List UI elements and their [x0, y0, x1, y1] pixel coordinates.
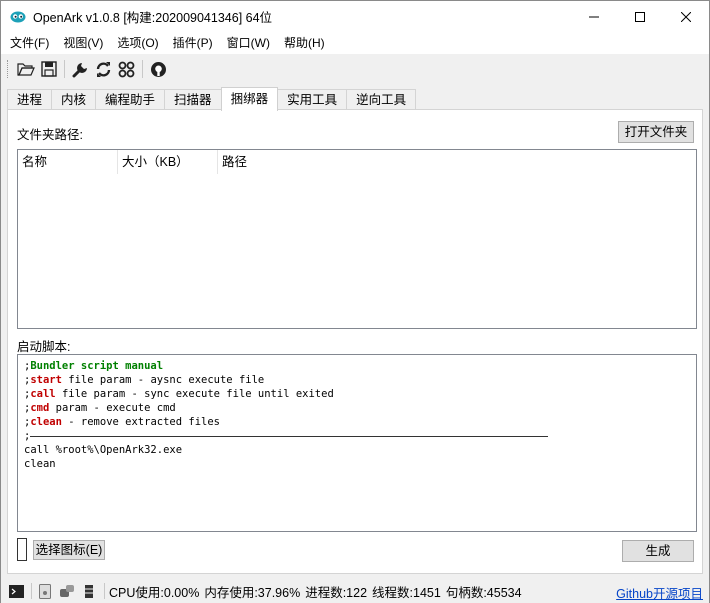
- tab-kernel[interactable]: 内核: [51, 89, 97, 110]
- script-text: file param - aysnc execute file: [61, 374, 265, 386]
- menu-options[interactable]: 选项(O): [110, 32, 165, 54]
- thread-count: 线程数:1451: [372, 585, 441, 600]
- tools-button[interactable]: [115, 58, 138, 81]
- openark-logo-icon: [10, 11, 26, 22]
- tab-scanner[interactable]: 扫描器: [164, 89, 222, 110]
- network-icon: [60, 585, 74, 597]
- tab-process[interactable]: 进程: [7, 89, 53, 110]
- script-keyword: start: [30, 374, 62, 386]
- console-button[interactable]: [7, 582, 25, 600]
- menu-plugins[interactable]: 插件(P): [166, 32, 220, 54]
- status-divider: [31, 583, 32, 599]
- memory-usage: 内存使用:37.96%: [204, 585, 301, 600]
- cpu-usage: CPU使用:0.00%: [109, 585, 200, 600]
- save-button[interactable]: [37, 58, 60, 81]
- status-divider: [104, 583, 105, 599]
- github-button[interactable]: [147, 58, 170, 81]
- memory-icon: [85, 584, 93, 598]
- window-title: OpenArk v1.0.8 [构建:202009041346] 64位: [33, 11, 273, 25]
- menu-bar: 文件(F) 视图(V) 选项(O) 插件(P) 窗口(W) 帮助(H): [1, 32, 709, 54]
- toolbar-separator: [142, 60, 143, 78]
- startup-script-editor[interactable]: ;Bundler script manual ;start file param …: [17, 354, 697, 532]
- select-icon-button[interactable]: 选择图标(E): [33, 540, 105, 560]
- refresh-icon: [96, 61, 111, 77]
- github-project-link[interactable]: Github开源项目: [616, 583, 703, 602]
- folder-path-label: 文件夹路径:: [17, 128, 83, 142]
- script-text: call %root%\OpenArk32.exe: [24, 444, 183, 456]
- list-header: 名称 大小（KB） 路径: [18, 150, 696, 174]
- menu-window[interactable]: 窗口(W): [220, 32, 277, 54]
- script-text: clean: [24, 458, 56, 470]
- script-separator-line: [30, 435, 549, 437]
- script-line: call %root%\OpenArk32.exe: [24, 443, 690, 457]
- script-text: param - execute cmd: [49, 402, 176, 414]
- refresh-button[interactable]: [92, 58, 115, 81]
- script-text: file param - sync execute file until exi…: [55, 388, 334, 400]
- close-icon: [681, 11, 691, 22]
- handle-count: 句柄数:45534: [445, 585, 522, 600]
- toolbar-separator: [64, 60, 65, 78]
- script-line: ;start file param - aysnc execute file: [24, 373, 690, 387]
- column-name[interactable]: 名称: [18, 150, 118, 174]
- menu-help[interactable]: 帮助(H): [277, 32, 332, 54]
- toolbar-grip[interactable]: [7, 60, 10, 78]
- console-icon: [8, 584, 24, 598]
- menu-file[interactable]: 文件(F): [3, 32, 56, 54]
- title-bar: OpenArk v1.0.8 [构建:202009041346] 64位: [1, 1, 709, 32]
- github-icon: [151, 61, 166, 77]
- minimize-icon: [589, 16, 599, 17]
- tab-reverse[interactable]: 逆向工具: [346, 89, 417, 110]
- icon-preview: [17, 538, 27, 561]
- network-status[interactable]: [58, 582, 76, 600]
- bundle-file-list[interactable]: 名称 大小（KB） 路径: [17, 149, 697, 329]
- script-line: ;clean - remove extracted files: [24, 415, 690, 429]
- script-keyword: cmd: [30, 402, 50, 414]
- toolbar: [1, 55, 709, 83]
- tab-coder[interactable]: 编程助手: [95, 89, 166, 110]
- script-line: clean: [24, 457, 690, 471]
- maximize-button[interactable]: [617, 1, 663, 32]
- tab-bundler[interactable]: 捆绑器: [220, 87, 279, 111]
- menu-view[interactable]: 视图(V): [56, 32, 110, 54]
- tab-utilities[interactable]: 实用工具: [277, 89, 348, 110]
- generate-button[interactable]: 生成: [622, 540, 694, 562]
- column-size[interactable]: 大小（KB）: [118, 150, 218, 174]
- minimize-button[interactable]: [571, 1, 617, 32]
- memory-status[interactable]: [80, 582, 98, 600]
- close-button[interactable]: [663, 1, 709, 32]
- script-keyword: call: [30, 388, 56, 400]
- process-count: 进程数:122: [305, 585, 368, 600]
- script-line: ;: [24, 429, 690, 443]
- kernel-status[interactable]: [36, 582, 54, 600]
- open-folder-button[interactable]: 打开文件夹: [618, 121, 694, 143]
- open-button[interactable]: [14, 58, 37, 81]
- status-bar: CPU使用:0.00% 内存使用:37.96% 进程数:122 线程数:1451…: [1, 579, 709, 603]
- grid-icon: [118, 61, 135, 77]
- disk-icon: [39, 583, 51, 599]
- script-line: ;cmd param - execute cmd: [24, 401, 690, 415]
- settings-button[interactable]: [69, 58, 92, 81]
- script-text: - remove extracted files: [61, 416, 220, 428]
- script-line: ;call file param - sync execute file unt…: [24, 387, 690, 401]
- script-line: ;Bundler script manual: [24, 359, 690, 373]
- wrench-icon: [72, 62, 87, 77]
- save-icon: [40, 61, 57, 77]
- openark-window: OpenArk v1.0.8 [构建:202009041346] 64位 文件(…: [0, 0, 710, 603]
- script-keyword: clean: [30, 416, 62, 428]
- maximize-icon: [635, 11, 645, 22]
- open-folder-icon: [16, 63, 35, 76]
- main-tabs: 进程 内核 编程助手 扫描器 捆绑器 实用工具 逆向工具: [7, 87, 417, 111]
- script-keyword: Bundler script manual: [30, 360, 164, 372]
- startup-script-label: 启动脚本:: [17, 340, 71, 354]
- column-path[interactable]: 路径: [218, 150, 338, 174]
